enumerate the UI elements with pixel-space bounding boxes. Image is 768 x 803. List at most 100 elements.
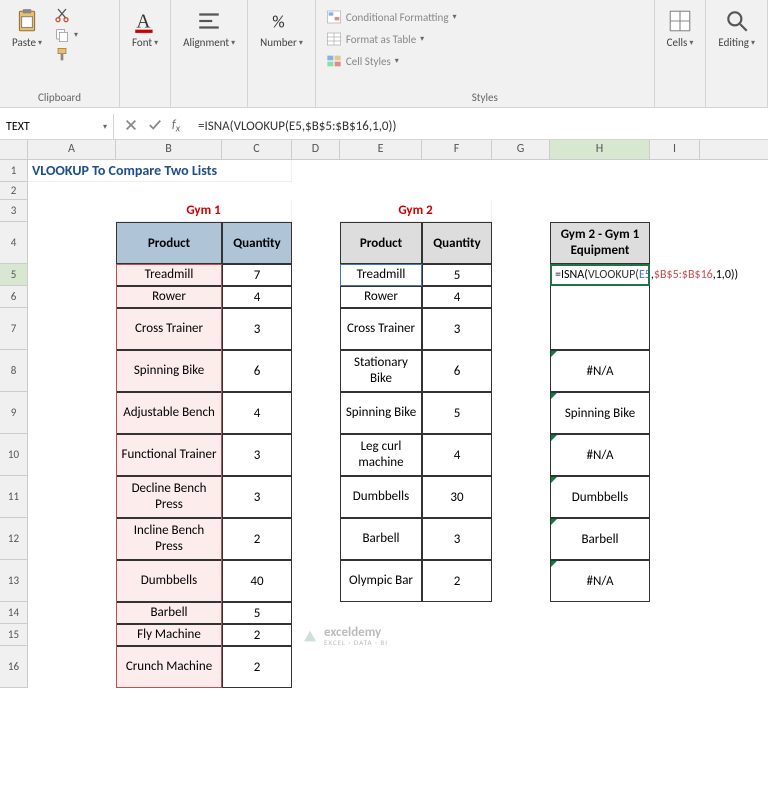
cell[interactable]: Olympic Bar (340, 560, 422, 602)
cell[interactable]: Stationary Bike (340, 350, 422, 392)
column-header[interactable]: D (292, 140, 340, 159)
cell[interactable]: Quantity (222, 222, 292, 264)
cell[interactable]: Dumbbells (116, 560, 222, 602)
row-header[interactable]: 6 (0, 286, 28, 308)
paste-button[interactable]: Paste▾ (8, 6, 46, 51)
cell[interactable]: Dumbbells (550, 476, 650, 518)
cell[interactable]: Gym 1 (116, 200, 292, 222)
cell[interactable]: Adjustable Bench (116, 392, 222, 434)
cell[interactable]: 3 (422, 518, 492, 560)
cell[interactable]: Gym 2 (340, 200, 492, 222)
fx-button[interactable]: fx (172, 118, 180, 134)
cell[interactable]: #N/A (550, 350, 650, 392)
cell[interactable]: 6 (422, 350, 492, 392)
cell[interactable]: Decline Bench Press (116, 476, 222, 518)
cell[interactable]: 3 (222, 308, 292, 350)
name-box[interactable]: TEXT▾ (0, 114, 114, 139)
cell[interactable]: 7 (222, 264, 292, 286)
cell[interactable]: Functional Trainer (116, 434, 222, 476)
cell[interactable]: Rower (340, 286, 422, 308)
editing-button[interactable]: Editing▾ (714, 6, 759, 51)
row-header[interactable]: 4 (0, 222, 28, 264)
cell[interactable]: 2 (222, 624, 292, 646)
cell[interactable]: #N/A (550, 560, 650, 602)
cell[interactable]: 40 (222, 560, 292, 602)
column-header[interactable]: I (650, 140, 700, 159)
cell[interactable]: 2 (222, 518, 292, 560)
cell-styles-button[interactable]: Cell Styles▾ (324, 52, 459, 70)
row-header[interactable]: 7 (0, 308, 28, 350)
number-button[interactable]: % Number▾ (256, 6, 307, 51)
cell[interactable]: 2 (422, 560, 492, 602)
cell[interactable]: Crunch Machine (116, 646, 222, 688)
cell[interactable]: Fly Machine (116, 624, 222, 646)
conditional-formatting-button[interactable]: Conditional Formatting▾ (324, 8, 459, 26)
copy-button[interactable]: ▾ (52, 26, 80, 44)
cut-button[interactable] (52, 6, 80, 24)
cell[interactable]: 6 (222, 350, 292, 392)
cell[interactable]: Quantity (422, 222, 492, 264)
cells-area[interactable]: VLOOKUP To Compare Two Lists Gym 1 Gym 2Pr… (28, 160, 768, 688)
cell[interactable]: Cross Trainer (116, 308, 222, 350)
cell[interactable]: Treadmill (116, 264, 222, 286)
cell[interactable]: 3 (422, 308, 492, 350)
row-header[interactable]: 9 (0, 392, 28, 434)
cell[interactable]: 4 (422, 434, 492, 476)
cell[interactable]: Product (340, 222, 422, 264)
cell[interactable]: 4 (222, 286, 292, 308)
column-header[interactable]: A (28, 140, 116, 159)
row-header[interactable]: 14 (0, 602, 28, 624)
format-painter-button[interactable] (52, 46, 80, 64)
cell[interactable]: #N/A (550, 434, 650, 476)
cell[interactable]: 5 (422, 264, 492, 286)
cell[interactable]: 2 (222, 646, 292, 688)
row-header[interactable]: 15 (0, 624, 28, 646)
formula-input[interactable]: =ISNA(VLOOKUP(E5,$B$5:$B$16,1,0)) (190, 119, 768, 134)
cell[interactable]: Spinning Bike (116, 350, 222, 392)
column-header[interactable]: H (550, 140, 650, 159)
select-all-corner[interactable] (0, 140, 28, 159)
chevron-down-icon[interactable]: ▾ (103, 122, 107, 132)
confirm-formula-button[interactable] (148, 118, 162, 136)
cancel-formula-button[interactable] (124, 118, 138, 136)
cell[interactable]: Incline Bench Press (116, 518, 222, 560)
row-header[interactable]: 2 (0, 182, 28, 200)
cell[interactable]: 5 (222, 602, 292, 624)
cell[interactable]: 30 (422, 476, 492, 518)
column-header[interactable]: F (422, 140, 492, 159)
format-as-table-button[interactable]: Format as Table▾ (324, 30, 459, 48)
cell[interactable]: Dumbbells (340, 476, 422, 518)
cell[interactable]: Cross Trainer (340, 308, 422, 350)
cell[interactable]: Treadmill (340, 264, 422, 286)
cell[interactable]: Leg curl machine (340, 434, 422, 476)
column-header[interactable]: B (116, 140, 222, 159)
cell[interactable]: Spinning Bike (340, 392, 422, 434)
cell[interactable]: 4 (222, 392, 292, 434)
row-header[interactable]: 3 (0, 200, 28, 222)
row-header[interactable]: 5 (0, 264, 28, 286)
cell[interactable]: 3 (222, 476, 292, 518)
cell[interactable]: Spinning Bike (550, 392, 650, 434)
column-header[interactable]: C (222, 140, 292, 159)
cell[interactable]: Barbell (550, 518, 650, 560)
column-header[interactable]: E (340, 140, 422, 159)
row-header[interactable]: 11 (0, 476, 28, 518)
font-button[interactable]: A Font▾ (128, 6, 162, 51)
alignment-button[interactable]: Alignment▾ (179, 6, 239, 51)
cells-button[interactable]: Cells▾ (663, 6, 698, 51)
cell[interactable]: 3 (222, 434, 292, 476)
row-header[interactable]: 8 (0, 350, 28, 392)
row-header[interactable]: 13 (0, 560, 28, 602)
row-header[interactable]: 10 (0, 434, 28, 476)
cell[interactable]: Barbell (116, 602, 222, 624)
row-header[interactable]: 12 (0, 518, 28, 560)
cell[interactable]: Rower (116, 286, 222, 308)
editing-cell[interactable]: =ISNA(VLOOKUP(E5,$B$5:$B$16,1,0)) (550, 264, 650, 350)
row-header[interactable]: 16 (0, 646, 28, 688)
cell[interactable]: 4 (422, 286, 492, 308)
cell[interactable]: Gym 2 - Gym 1 Equipment (550, 222, 650, 264)
cell[interactable]: Barbell (340, 518, 422, 560)
cell[interactable]: 5 (422, 392, 492, 434)
cell[interactable]: VLOOKUP To Compare Two Lists (28, 160, 292, 182)
row-header[interactable]: 1 (0, 160, 28, 182)
